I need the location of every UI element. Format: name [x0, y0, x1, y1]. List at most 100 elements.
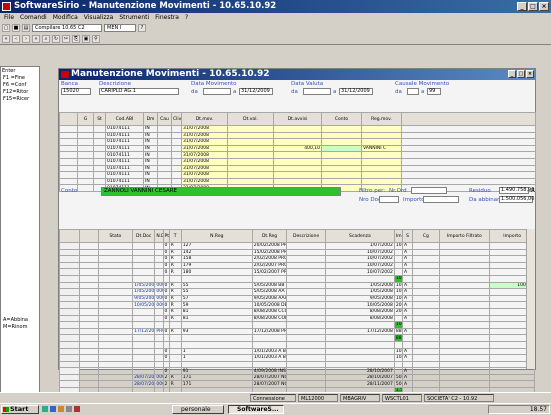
- col2-ndoc[interactable]: N.Doc: [154, 229, 164, 243]
- movement-cell[interactable]: [227, 177, 274, 186]
- open-item-cell[interactable]: [412, 314, 440, 323]
- prev-record-icon[interactable]: ‹: [12, 34, 20, 43]
- start-button[interactable]: Start: [1, 405, 39, 414]
- open-item-cell[interactable]: A: [401, 255, 414, 263]
- open-item-cell[interactable]: [168, 340, 182, 349]
- open-item-cell[interactable]: [180, 321, 253, 329]
- open-item-cell[interactable]: [132, 314, 156, 323]
- movement-cell[interactable]: [157, 125, 172, 133]
- open-item-cell[interactable]: [97, 321, 134, 329]
- close-button[interactable]: ×: [539, 2, 549, 11]
- row-selector[interactable]: [59, 157, 78, 166]
- open-item-cell[interactable]: [438, 301, 491, 309]
- open-item-cell[interactable]: [154, 274, 164, 283]
- open-item-cell[interactable]: A: [401, 268, 414, 276]
- row-selector[interactable]: [58, 334, 81, 342]
- open-item-cell[interactable]: [438, 307, 491, 316]
- col-dtval[interactable]: Dt.val.: [227, 112, 274, 126]
- open-item-cell[interactable]: [79, 301, 99, 309]
- open-item-cell[interactable]: [393, 367, 403, 375]
- open-item-cell[interactable]: [79, 248, 99, 257]
- open-item-cell[interactable]: [251, 274, 288, 283]
- open-item-cell[interactable]: [132, 242, 156, 250]
- descrizione-field[interactable]: CARIPLO AG.1: [99, 88, 179, 95]
- row-selector[interactable]: [59, 138, 78, 146]
- movement-cell[interactable]: [273, 157, 322, 166]
- open-item-row[interactable]: 28/07/20070001712R17128/07/2007 NOSTRA F…: [58, 373, 535, 382]
- open-item-cell[interactable]: [412, 321, 440, 329]
- open-item-cell[interactable]: [132, 268, 156, 276]
- open-item-cell[interactable]: [412, 340, 440, 349]
- open-item-cell[interactable]: [79, 347, 99, 356]
- open-item-cell[interactable]: [79, 307, 99, 316]
- cut-icon[interactable]: ✂: [62, 34, 70, 43]
- movement-cell[interactable]: [321, 125, 362, 133]
- open-item-cell[interactable]: [79, 321, 99, 329]
- col-dtmov[interactable]: Dt.mov.: [181, 112, 228, 126]
- movement-row[interactable]: 01074111 IN 31/07/2008 400,10 VANNINI C: [59, 144, 536, 153]
- movement-cell[interactable]: [171, 151, 182, 159]
- menu-visualizza[interactable]: Visualizza: [84, 13, 114, 22]
- open-item-cell[interactable]: [286, 340, 326, 349]
- open-item-cell[interactable]: [412, 347, 440, 356]
- movement-cell[interactable]: IN: [143, 151, 158, 159]
- open-item-cell[interactable]: R: [168, 307, 182, 316]
- open-item-cell[interactable]: [154, 307, 164, 316]
- open-item-cell[interactable]: [97, 360, 134, 369]
- row-selector[interactable]: [58, 281, 81, 290]
- save-icon[interactable]: ■: [12, 23, 20, 32]
- fkey-f6[interactable]: F6 =Conf: [3, 82, 30, 89]
- open-item-cell[interactable]: [180, 340, 253, 349]
- open-item-cell[interactable]: [154, 261, 164, 270]
- open-item-cell[interactable]: A: [401, 261, 414, 270]
- open-item-cell[interactable]: [132, 255, 156, 263]
- print-icon[interactable]: ▤: [22, 23, 30, 32]
- movement-cell[interactable]: 01074111: [105, 164, 144, 173]
- open-item-cell[interactable]: A: [401, 380, 414, 389]
- dm-da-field[interactable]: [203, 88, 231, 95]
- open-item-cell[interactable]: 59: [180, 301, 253, 309]
- open-items-scrollbar[interactable]: [526, 229, 535, 369]
- open-item-cell[interactable]: R: [168, 373, 182, 382]
- col-g[interactable]: G: [77, 112, 94, 126]
- movement-cell[interactable]: [157, 144, 172, 153]
- open-item-cell[interactable]: [286, 255, 326, 263]
- row-selector[interactable]: [59, 125, 78, 133]
- open-item-cell[interactable]: [79, 268, 99, 276]
- open-item-cell[interactable]: 1: [180, 347, 253, 356]
- movement-row[interactable]: 01074111IN 31/07/2008: [59, 171, 536, 179]
- open-item-cell[interactable]: [438, 347, 491, 356]
- movement-cell[interactable]: 01074111: [105, 151, 144, 159]
- refresh-icon[interactable]: ↻: [52, 34, 60, 43]
- movement-cell[interactable]: [77, 151, 94, 159]
- open-item-cell[interactable]: 28/11/2007: [324, 380, 395, 389]
- open-item-cell[interactable]: 1/01/2003 A BILANCIO: [251, 347, 288, 356]
- open-item-cell[interactable]: [286, 274, 326, 283]
- movement-cell[interactable]: [171, 157, 182, 166]
- row-selector[interactable]: [58, 294, 81, 303]
- open-item-cell[interactable]: 142: [180, 248, 253, 257]
- movement-cell[interactable]: [321, 138, 362, 146]
- open-item-cell[interactable]: [79, 367, 99, 375]
- movement-cell[interactable]: [321, 131, 362, 140]
- open-item-cell[interactable]: [412, 373, 440, 382]
- col-dm[interactable]: Dm: [143, 112, 158, 126]
- causale-a-field[interactable]: 99: [427, 88, 441, 95]
- open-item-cell[interactable]: A: [401, 294, 414, 303]
- open-item-cell[interactable]: [79, 360, 99, 369]
- open-item-cell[interactable]: A: [401, 281, 414, 290]
- open-item-cell[interactable]: [79, 294, 99, 303]
- open-item-cell[interactable]: [97, 261, 134, 270]
- open-item-cell[interactable]: [286, 301, 326, 309]
- nrodoc-field[interactable]: [379, 196, 399, 203]
- movement-cell[interactable]: [93, 138, 106, 146]
- open-item-row[interactable]: 1/05/20080000010R555/05/2008 BB1/05/2008…: [58, 281, 535, 290]
- open-item-cell[interactable]: [438, 274, 491, 283]
- open-item-cell[interactable]: R: [168, 294, 182, 303]
- open-item-cell[interactable]: 100,00: [393, 281, 403, 290]
- open-item-cell[interactable]: [286, 360, 326, 369]
- movement-cell[interactable]: [321, 144, 362, 153]
- open-item-cell[interactable]: [97, 373, 134, 382]
- open-item-cell[interactable]: 81: [180, 314, 253, 323]
- open-item-cell[interactable]: 57: [180, 294, 253, 303]
